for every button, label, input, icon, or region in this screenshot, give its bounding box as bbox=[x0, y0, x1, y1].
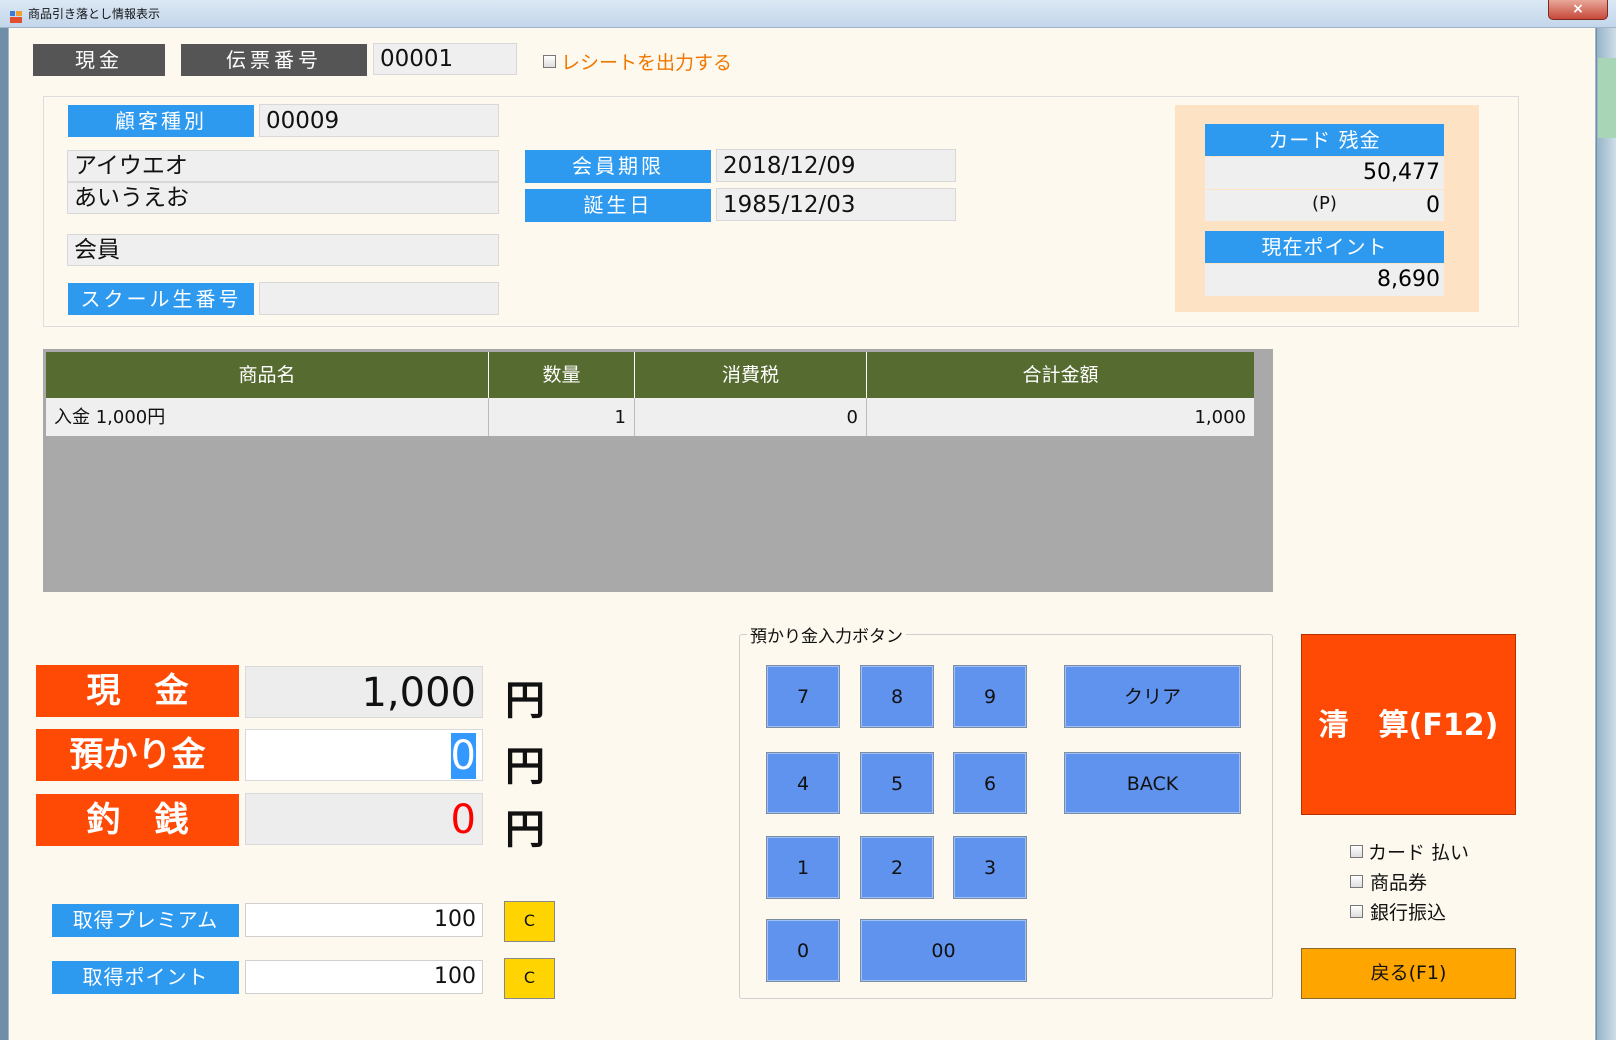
cash-yen-unit: 円 bbox=[505, 678, 545, 724]
points-earned-field[interactable]: 100 bbox=[245, 960, 483, 994]
card-pay-checkbox[interactable] bbox=[1350, 845, 1363, 858]
key-5[interactable]: 5 bbox=[860, 752, 934, 814]
keypad-back-button[interactable]: BACK bbox=[1064, 752, 1241, 814]
birthday-label: 誕生日 bbox=[525, 189, 711, 222]
bank-transfer-label[interactable]: 銀行振込 bbox=[1370, 898, 1446, 925]
key-2[interactable]: 2 bbox=[860, 836, 934, 899]
customer-category-field[interactable]: 会員 bbox=[67, 234, 499, 266]
customer-kana-field[interactable]: アイウエオ bbox=[67, 150, 499, 182]
back-button[interactable]: 戻る(F1) bbox=[1301, 948, 1516, 999]
grid-cell-total[interactable]: 1,000 bbox=[867, 398, 1254, 436]
current-points-label: 現在ポイント bbox=[1205, 231, 1444, 263]
points-clear-button[interactable]: C bbox=[504, 958, 555, 999]
grid-cell-qty[interactable]: 1 bbox=[489, 398, 635, 436]
change-amount-field[interactable]: 0 bbox=[245, 793, 483, 845]
window-title: 商品引き落とし情報表示 bbox=[28, 7, 161, 21]
settle-button[interactable]: 清 算(F12) bbox=[1301, 634, 1516, 815]
change-label: 釣 銭 bbox=[36, 794, 239, 846]
change-yen-unit: 円 bbox=[505, 807, 545, 853]
title-bar bbox=[0, 0, 1616, 28]
cash-amount-field[interactable]: 1,000 bbox=[245, 666, 483, 718]
member-expiry-field[interactable]: 2018/12/09 bbox=[716, 149, 956, 182]
key-8[interactable]: 8 bbox=[860, 665, 934, 728]
payment-type-label: 現金 bbox=[33, 44, 165, 76]
premium-clear-button[interactable]: C bbox=[504, 901, 555, 942]
gift-cert-label[interactable]: 商品券 bbox=[1370, 868, 1427, 895]
card-p-value: 0 bbox=[1426, 193, 1440, 218]
customer-type-field[interactable]: 00009 bbox=[259, 104, 499, 137]
card-p-label: (P) bbox=[1312, 193, 1337, 214]
background-window-edge bbox=[1597, 28, 1616, 1040]
grid-cell-name[interactable]: 入金 1,000円 bbox=[46, 398, 489, 436]
grid-header-qty[interactable]: 数量 bbox=[489, 352, 635, 398]
key-00[interactable]: 00 bbox=[860, 919, 1027, 982]
app-icon bbox=[10, 8, 22, 23]
key-1[interactable]: 1 bbox=[766, 836, 840, 899]
key-4[interactable]: 4 bbox=[766, 752, 840, 814]
birthday-field[interactable]: 1985/12/03 bbox=[716, 188, 956, 221]
receipt-checkbox[interactable] bbox=[543, 55, 556, 68]
deposit-amount-value[interactable]: 0 bbox=[450, 733, 476, 779]
school-number-label: スクール生番号 bbox=[68, 283, 254, 315]
current-points-value: 8,690 bbox=[1205, 264, 1444, 296]
keypad-group-title: 預かり金入力ボタン bbox=[747, 622, 906, 647]
receipt-checkbox-label[interactable]: レシートを出力する bbox=[561, 48, 732, 75]
key-6[interactable]: 6 bbox=[953, 752, 1027, 814]
premium-field[interactable]: 100 bbox=[245, 903, 483, 937]
slip-number-label: 伝票番号 bbox=[181, 44, 367, 76]
gift-cert-checkbox[interactable] bbox=[1350, 875, 1363, 888]
keypad-clear-button[interactable]: クリア bbox=[1064, 665, 1241, 728]
member-expiry-label: 会員期限 bbox=[525, 150, 711, 183]
school-number-field[interactable] bbox=[259, 282, 499, 315]
background-window-accent bbox=[1598, 58, 1616, 138]
close-button[interactable]: × bbox=[1548, 0, 1608, 20]
slip-number-field[interactable]: 00001 bbox=[373, 43, 517, 75]
card-balance-value: 50,477 bbox=[1205, 157, 1444, 189]
card-balance-label: カード 残金 bbox=[1205, 124, 1444, 156]
bank-transfer-checkbox[interactable] bbox=[1350, 905, 1363, 918]
deposit-label: 預かり金 bbox=[36, 729, 239, 781]
key-7[interactable]: 7 bbox=[766, 665, 840, 728]
premium-label: 取得プレミアム bbox=[52, 904, 239, 937]
key-3[interactable]: 3 bbox=[953, 836, 1027, 899]
points-earned-label: 取得ポイント bbox=[52, 961, 239, 994]
key-0[interactable]: 0 bbox=[766, 919, 840, 982]
table-row[interactable]: 入金 1,000円 1 0 1,000 bbox=[46, 398, 1254, 438]
key-9[interactable]: 9 bbox=[953, 665, 1027, 728]
grid-header-name[interactable]: 商品名 bbox=[46, 352, 489, 398]
deposit-yen-unit: 円 bbox=[505, 744, 545, 790]
card-pay-label[interactable]: カード 払い bbox=[1368, 838, 1469, 865]
deposit-amount-field[interactable]: 0 bbox=[245, 729, 483, 781]
customer-type-label: 顧客種別 bbox=[68, 105, 254, 137]
grid-header-tax[interactable]: 消費税 bbox=[635, 352, 867, 398]
cash-label: 現 金 bbox=[36, 665, 239, 717]
grid-cell-tax[interactable]: 0 bbox=[635, 398, 867, 436]
grid-header-total[interactable]: 合計金額 bbox=[867, 352, 1254, 398]
customer-name-field[interactable]: あいうえお bbox=[67, 182, 499, 214]
